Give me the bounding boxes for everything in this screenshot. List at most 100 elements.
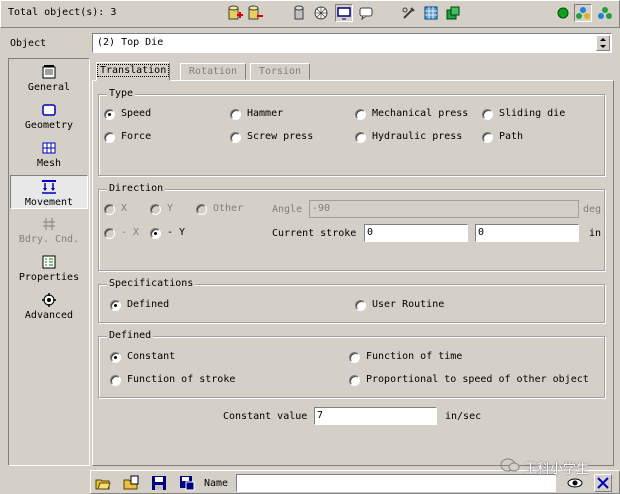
spin-arrows-icon[interactable] (596, 35, 610, 51)
radio-circle[interactable] (482, 131, 493, 143)
mesh-view-icon[interactable] (312, 4, 330, 22)
angle-field[interactable]: -90 (309, 200, 579, 218)
radio-label: Path (499, 131, 524, 142)
radio-circle[interactable] (104, 203, 115, 215)
radio-label: - X (121, 227, 140, 238)
radio-circle[interactable] (355, 299, 366, 311)
tools-icon[interactable] (400, 4, 418, 22)
direction-y-radio[interactable]: Y (150, 203, 173, 215)
constant-value-unit: in/sec (445, 411, 482, 422)
radio-circle[interactable] (196, 203, 207, 215)
radio-circle[interactable] (104, 227, 115, 239)
multi-object-icon[interactable] (574, 4, 592, 22)
sidebar-item-label: Movement (24, 197, 74, 208)
defined-function-of-time-radio[interactable]: Function of time (349, 351, 462, 363)
save-as-icon[interactable] (178, 474, 196, 492)
specifications-group: Specifications (98, 278, 605, 323)
direction-neg-x-radio[interactable]: - X (104, 227, 139, 239)
spec-defined-radio[interactable]: Defined (110, 299, 169, 311)
close-icon[interactable] (594, 474, 612, 492)
sidebar-item-mesh[interactable]: Mesh (10, 140, 88, 169)
tab-translation[interactable]: Translation (96, 62, 170, 81)
object-selector-value: (2) Top Die (97, 37, 164, 48)
defined-group-title: Defined (107, 330, 154, 342)
sidebar-item-label: Bdry. Cnd. (18, 234, 80, 245)
type-screw-press-radio[interactable]: Screw press (230, 131, 313, 143)
current-stroke-field-1[interactable]: 0 (364, 224, 468, 242)
type-sliding-die-radio[interactable]: Sliding die (482, 108, 565, 120)
direction-neg-y-radio[interactable]: - Y (150, 227, 185, 239)
sidebar-item-general[interactable]: General (10, 64, 88, 93)
radio-circle[interactable] (110, 299, 121, 311)
radio-circle[interactable] (230, 108, 241, 120)
name-field[interactable] (236, 474, 556, 492)
radio-circle[interactable] (230, 131, 241, 143)
add-object-icon[interactable] (226, 4, 244, 22)
sidebar-item-label: Geometry (24, 120, 74, 131)
radio-label: Force (121, 131, 152, 142)
radio-circle[interactable] (110, 374, 121, 386)
radio-circle[interactable] (150, 203, 161, 215)
tab-label: Rotation (188, 66, 238, 77)
object-selector[interactable]: (2) Top Die (92, 33, 612, 53)
sidebar-item-movement[interactable]: Movement (10, 175, 88, 209)
object-view-icon[interactable] (290, 4, 308, 22)
green-box-icon[interactable] (444, 4, 462, 22)
sidebar-item-label: General (27, 82, 71, 93)
defined-proportional-radio[interactable]: Proportional to speed of other object (349, 374, 589, 386)
sidebar-item-label: Mesh (36, 158, 62, 169)
angle-unit: deg (583, 204, 602, 215)
tab-torsion[interactable]: Torsion (250, 63, 310, 80)
total-objects-label: Total object(s): 3 (8, 7, 117, 18)
type-hydraulic-press-radio[interactable]: Hydraulic press (355, 131, 462, 143)
sidebar-item-advanced[interactable]: Advanced (10, 292, 88, 321)
sidebar-item-properties[interactable]: Properties (10, 254, 88, 283)
radio-circle[interactable] (110, 351, 121, 363)
defined-function-of-stroke-radio[interactable]: Function of stroke (110, 374, 235, 386)
advanced-icon (41, 292, 57, 308)
tab-label: Torsion (258, 66, 302, 77)
all-objects-icon[interactable] (596, 4, 614, 22)
radio-label: Screw press (247, 131, 314, 142)
type-group-title: Type (107, 88, 136, 100)
properties-icon (41, 254, 57, 270)
radio-circle[interactable] (150, 227, 161, 239)
radio-circle[interactable] (104, 108, 115, 120)
save-icon[interactable] (150, 474, 168, 492)
open-file-icon[interactable] (122, 474, 140, 492)
constant-value-label: Constant value (223, 411, 308, 422)
sidebar-item-geometry[interactable]: Geometry (10, 102, 88, 131)
radio-circle[interactable] (104, 131, 115, 143)
radio-label: Hammer (247, 108, 284, 119)
radio-label: Speed (121, 108, 152, 119)
type-speed-radio[interactable]: Speed (104, 108, 151, 120)
radio-circle[interactable] (349, 374, 360, 386)
type-hammer-radio[interactable]: Hammer (230, 108, 283, 120)
angle-label: Angle (272, 204, 303, 215)
spec-user-routine-radio[interactable]: User Routine (355, 299, 444, 311)
display-screen-icon[interactable] (335, 4, 353, 22)
message-icon[interactable] (357, 4, 375, 22)
radio-circle[interactable] (355, 108, 366, 120)
direction-x-radio[interactable]: X (104, 203, 127, 215)
constant-value-field[interactable]: 7 (314, 407, 437, 425)
tab-label: Translation (97, 64, 170, 77)
grid-check-icon[interactable] (422, 4, 440, 22)
tab-rotation[interactable]: Rotation (180, 63, 246, 80)
type-path-radio[interactable]: Path (482, 131, 523, 143)
radio-circle[interactable] (355, 131, 366, 143)
radio-label: Proportional to speed of other object (366, 374, 589, 385)
radio-circle[interactable] (349, 351, 360, 363)
radio-circle[interactable] (482, 108, 493, 120)
direction-other-radio[interactable]: Other (196, 203, 243, 215)
radio-label: User Routine (372, 299, 445, 310)
sidebar-item-boundary[interactable]: Bdry. Cnd. (10, 216, 88, 245)
type-mechanical-press-radio[interactable]: Mechanical press (355, 108, 468, 120)
object-label: Object (10, 38, 47, 49)
type-force-radio[interactable]: Force (104, 131, 151, 143)
defined-constant-radio[interactable]: Constant (110, 351, 175, 363)
current-stroke-field-2[interactable]: 0 (475, 224, 579, 242)
delete-object-icon[interactable] (246, 4, 264, 22)
green-dot-icon[interactable] (554, 4, 572, 22)
open-folder-icon[interactable] (94, 474, 112, 492)
